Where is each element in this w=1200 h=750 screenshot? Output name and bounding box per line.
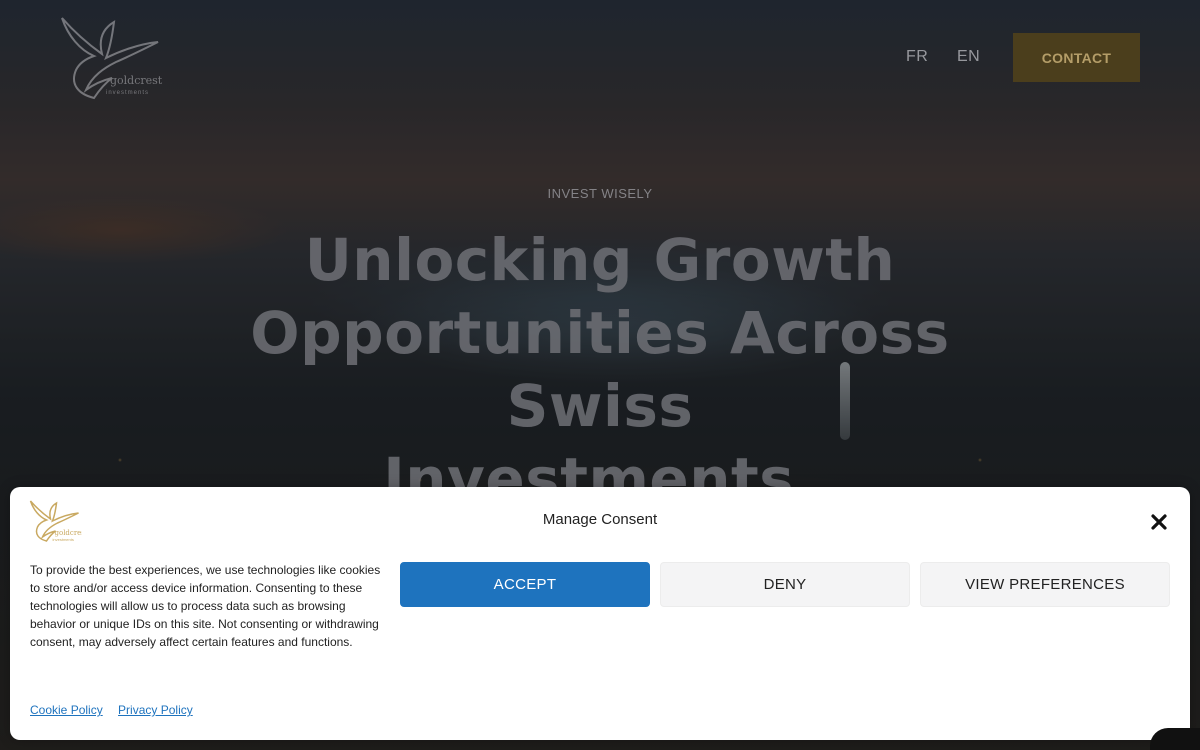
lang-fr-link[interactable]: FR [906,48,928,66]
policy-links: Cookie Policy Privacy Policy [30,703,205,717]
privacy-policy-link[interactable]: Privacy Policy [118,703,193,717]
cookie-policy-link[interactable]: Cookie Policy [30,703,103,717]
svg-text:goldcrest: goldcrest [55,529,83,537]
site-logo[interactable]: goldcrest investments [58,14,164,102]
svg-text:goldcrest: goldcrest [110,74,163,87]
chat-widget-tab[interactable] [1150,728,1200,750]
deny-button[interactable]: DENY [660,562,910,607]
consent-dialog: goldcrest investments Manage Consent To … [10,487,1190,740]
svg-text:investments: investments [53,537,74,542]
close-icon[interactable] [1148,511,1170,533]
headline-line: Unlocking Growth [304,226,896,294]
svg-text:investments: investments [106,90,149,96]
consent-title: Manage Consent [542,511,658,528]
close-icon-glyph [1151,514,1167,530]
lang-en-link[interactable]: EN [957,48,980,66]
headline-line: Opportunities Across Swiss [250,299,950,440]
hummingbird-logo-icon: goldcrest investments [61,17,163,100]
view-preferences-button[interactable]: VIEW PREFERENCES [920,562,1170,607]
consent-message: To provide the best experiences, we use … [30,563,381,649]
hero-eyebrow: INVEST WISELY [547,186,653,201]
contact-button[interactable]: CONTACT [1013,33,1140,82]
accept-button[interactable]: ACCEPT [400,562,650,607]
hero-headline: Unlocking Growth Opportunities Across Sw… [170,224,1030,516]
